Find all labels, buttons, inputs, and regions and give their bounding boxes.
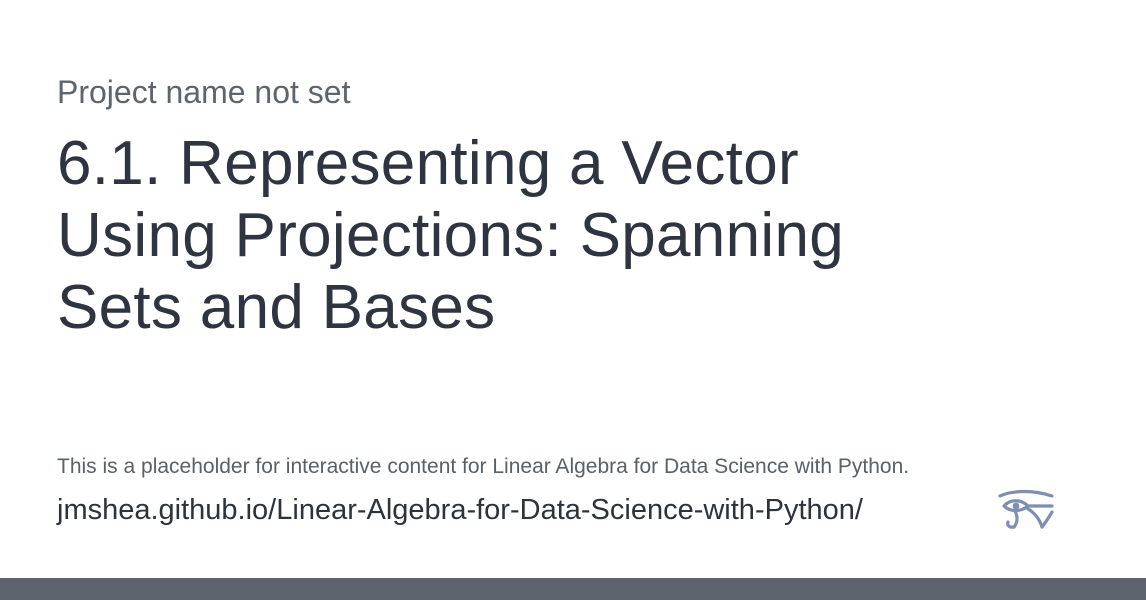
description: This is a placeholder for interactive co… [57,455,910,478]
social-preview-card: Project name not set 6.1. Representing a… [0,0,1146,578]
eye-of-horus-icon [997,489,1055,531]
project-name: Project name not set [57,74,351,110]
site-url-link[interactable]: jmshea.github.io/Linear-Algebra-for-Data… [57,491,863,529]
page-title: 6.1. Representing a Vector Using Project… [57,129,845,342]
footer-bar [0,578,1146,600]
